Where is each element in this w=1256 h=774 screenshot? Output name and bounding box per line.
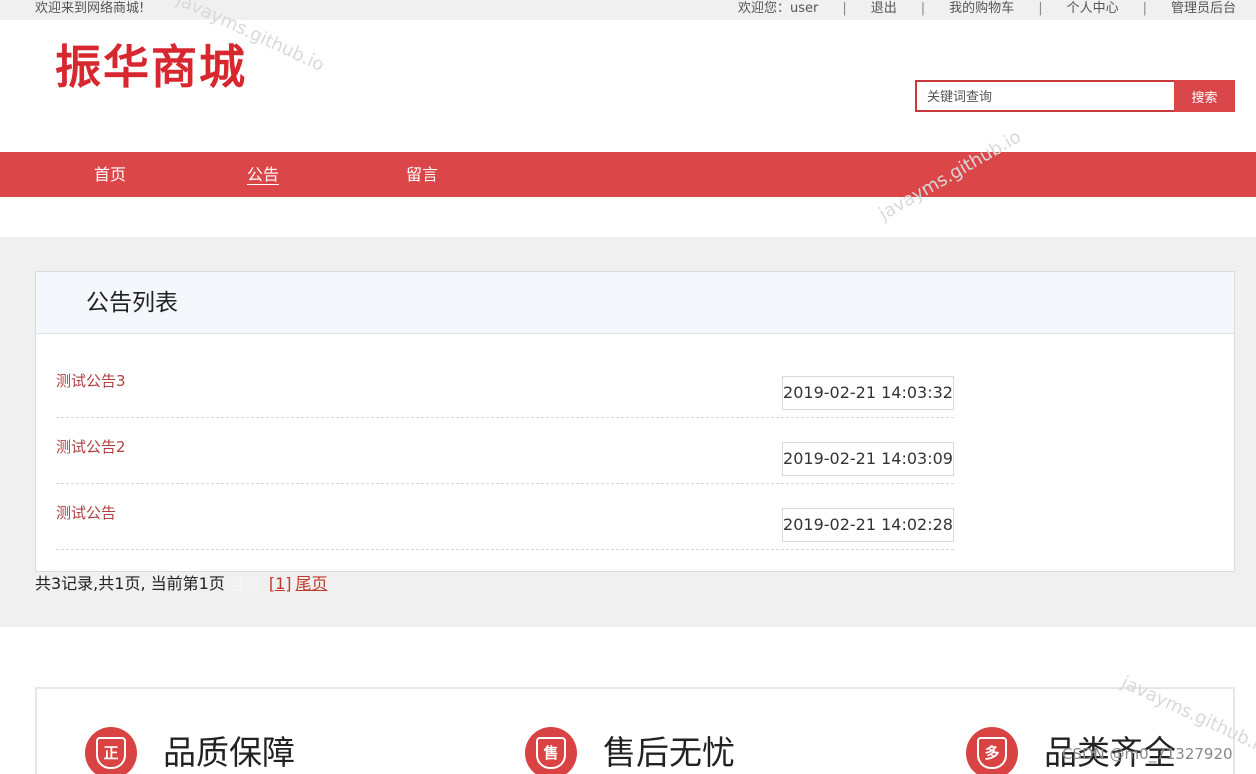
nav-item-notice[interactable]: 公告 <box>247 152 279 197</box>
last-page-link[interactable]: 尾页 <box>296 574 328 593</box>
credit-text: CSDN @m0_71327920 <box>1062 745 1233 763</box>
top-links: 欢迎您：user | 退出 | 我的购物车 | 个人中心 | 管理员后台 <box>738 0 1236 17</box>
welcome-text: 欢迎来到网络商城! <box>35 1 145 16</box>
panel-title: 公告列表 <box>36 272 1234 334</box>
notice-date: 2019-02-21 14:02:28 <box>782 508 954 542</box>
profile-link[interactable]: 个人中心 <box>1067 0 1119 17</box>
variety-shield-icon: 多 <box>966 727 1018 774</box>
notice-title-link[interactable]: 测试公告3 <box>56 370 126 391</box>
notice-title-link[interactable]: 测试公告2 <box>56 436 126 457</box>
notice-title-link[interactable]: 测试公告 <box>56 502 116 523</box>
notice-row: 测试公告2 2019-02-21 14:03:09 <box>56 418 954 484</box>
first-page-link[interactable]: 首页 <box>229 574 261 593</box>
logout-link[interactable]: 退出 <box>871 0 897 17</box>
cart-link[interactable]: 我的购物车 <box>949 0 1014 17</box>
feature-quality: 正 品质保障 <box>85 727 295 774</box>
notice-date: 2019-02-21 14:03:32 <box>782 376 954 410</box>
user-greeting: 欢迎您：user <box>738 1 819 16</box>
feature-after-sales: 售 售后无忧 <box>525 727 735 774</box>
feature-label: 售后无忧 <box>603 733 735 772</box>
site-logo[interactable]: 振华商城 <box>55 37 247 97</box>
pagination-summary: 共3记录,共1页, 当前第1页 <box>35 574 225 593</box>
top-bar: 欢迎来到网络商城! 欢迎您：user | 退出 | 我的购物车 | 个人中心 |… <box>0 0 1256 20</box>
nav-item-home[interactable]: 首页 <box>94 152 126 197</box>
notice-row: 测试公告3 2019-02-21 14:03:32 <box>56 352 954 418</box>
search-bar: 搜索 <box>915 80 1235 112</box>
search-input[interactable] <box>915 80 1174 112</box>
notice-row: 测试公告 2019-02-21 14:02:28 <box>56 484 954 550</box>
pagination: 共3记录,共1页, 当前第1页 首页 [1] 尾页 <box>35 573 328 595</box>
features-strip: 正 品质保障 售 售后无忧 多 品类齐全 <box>35 687 1235 774</box>
current-page-link[interactable]: [1] <box>269 574 292 593</box>
nav-item-message[interactable]: 留言 <box>406 152 438 197</box>
quality-shield-icon: 正 <box>85 727 137 774</box>
feature-label: 品质保障 <box>163 733 295 772</box>
admin-link[interactable]: 管理员后台 <box>1171 0 1236 17</box>
after-sales-shield-icon: 售 <box>525 727 577 774</box>
main-nav: 首页 公告 留言 <box>0 152 1256 197</box>
notice-date: 2019-02-21 14:03:09 <box>782 442 954 476</box>
search-button[interactable]: 搜索 <box>1174 80 1235 112</box>
notice-panel: 公告列表 测试公告3 2019-02-21 14:03:32 测试公告2 201… <box>35 271 1235 572</box>
